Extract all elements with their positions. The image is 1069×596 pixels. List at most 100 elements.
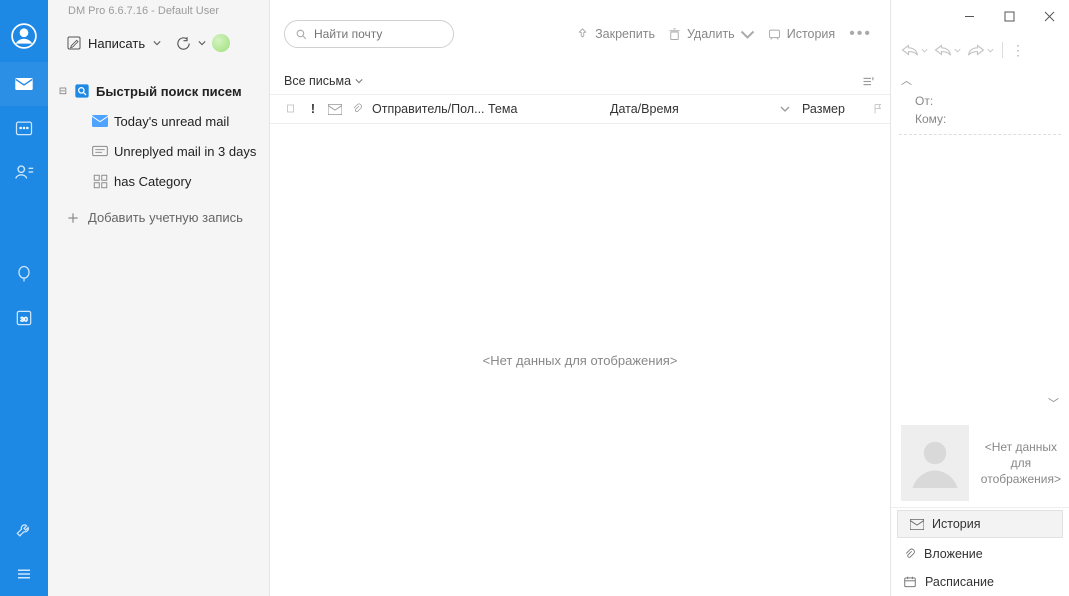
search-input[interactable] xyxy=(314,27,434,41)
avatar-icon xyxy=(905,433,965,493)
nav-contacts[interactable] xyxy=(0,150,48,194)
more-button[interactable]: ••• xyxy=(845,25,876,43)
close-button[interactable] xyxy=(1029,2,1069,30)
col-subject[interactable]: Тема xyxy=(484,95,606,123)
window-controls xyxy=(891,0,1069,32)
compose-button[interactable]: Написать xyxy=(66,35,145,51)
tree-item-label: has Category xyxy=(114,174,191,189)
filter-label: Все письма xyxy=(284,74,351,88)
notes-icon: 30 xyxy=(14,308,34,328)
sidebar: DM Pro 6.6.7.16 - Default User Написать … xyxy=(48,0,270,596)
status-orb[interactable] xyxy=(212,34,230,52)
col-sender[interactable]: Отправитель/Пол... xyxy=(368,95,484,123)
add-account-button[interactable]: Добавить учетную запись xyxy=(48,196,269,225)
search-icon xyxy=(74,83,90,99)
add-account-label: Добавить учетную запись xyxy=(88,210,243,225)
profile-icon xyxy=(11,23,37,49)
contacts-icon xyxy=(13,161,35,183)
collapse-header[interactable]: ︿ xyxy=(891,68,1069,92)
contact-empty: <Нет данных для отображения> xyxy=(981,439,1061,488)
pin-icon xyxy=(575,27,590,42)
expand-contact[interactable]: ﹀ xyxy=(891,391,1069,415)
col-read[interactable] xyxy=(324,95,346,123)
svg-text:30: 30 xyxy=(20,316,28,323)
delete-label: Удалить xyxy=(687,27,735,41)
nav-mail[interactable] xyxy=(0,62,48,106)
maximize-button[interactable] xyxy=(989,2,1029,30)
sort-desc-icon xyxy=(780,104,790,114)
search-box[interactable] xyxy=(284,20,454,48)
compose-label: Написать xyxy=(88,36,145,51)
trash-icon xyxy=(667,27,682,42)
mail-icon xyxy=(13,73,35,95)
unreply-icon xyxy=(92,143,108,159)
folder-tree: ⊟ Быстрый поиск писем Today's unread mai… xyxy=(48,64,269,196)
chevron-down-icon xyxy=(355,77,363,85)
reply-all-button[interactable] xyxy=(932,41,963,59)
tab-schedule[interactable]: Расписание xyxy=(891,568,1069,596)
nav-chat[interactable] xyxy=(0,252,48,296)
col-flag2[interactable] xyxy=(866,95,890,123)
delete-button[interactable]: Удалить xyxy=(665,23,757,46)
reply-button[interactable] xyxy=(899,41,930,59)
tab-attachments[interactable]: Вложение xyxy=(891,540,1069,568)
empty-message: <Нет данных для отображения> xyxy=(270,124,890,596)
category-icon xyxy=(92,173,108,189)
avatar xyxy=(901,425,969,501)
plus-icon xyxy=(66,211,80,225)
list-settings-icon[interactable] xyxy=(861,74,876,89)
col-priority[interactable]: ! xyxy=(302,95,324,123)
tab-history[interactable]: История xyxy=(897,510,1063,538)
toolbar: Закрепить Удалить История ••• xyxy=(270,0,890,68)
attachment-icon xyxy=(903,547,916,562)
col-attach[interactable] xyxy=(346,95,368,123)
refresh-button[interactable] xyxy=(175,35,192,52)
contact-tabs: История Вложение Расписание xyxy=(891,507,1069,596)
app-title: DM Pro 6.6.7.16 - Default User xyxy=(48,0,269,22)
schedule-icon xyxy=(903,575,917,589)
tree-item-label: Unreplyed mail in 3 days xyxy=(114,144,256,159)
refresh-dropdown[interactable] xyxy=(198,39,206,47)
col-flag[interactable] xyxy=(280,95,302,123)
search-icon xyxy=(295,28,308,41)
chevron-down-icon xyxy=(740,27,755,42)
tree-item-unreplied[interactable]: Unreplyed mail in 3 days xyxy=(48,136,269,166)
nav-profile[interactable] xyxy=(0,10,48,62)
tree-root-label: Быстрый поиск писем xyxy=(96,84,242,99)
nav-notes[interactable]: 30 xyxy=(0,296,48,340)
col-size[interactable]: Размер xyxy=(798,95,866,123)
mail-blue-icon xyxy=(92,113,108,129)
history-icon xyxy=(767,27,782,42)
history-label: История xyxy=(787,27,835,41)
balloon-icon xyxy=(14,264,34,284)
pin-label: Закрепить xyxy=(595,27,655,41)
reply-nav: ⋮ xyxy=(891,32,1069,68)
preview-pane: ⋮ ︿ От: Кому: ﹀ <Нет данных для отображе… xyxy=(891,0,1069,596)
menu-icon xyxy=(15,565,33,583)
collapse-icon[interactable]: ⊟ xyxy=(58,86,68,97)
calendar-icon xyxy=(14,118,34,138)
forward-button[interactable] xyxy=(965,41,996,59)
tab-attach-label: Вложение xyxy=(924,547,983,561)
more-nav-button[interactable]: ⋮ xyxy=(1009,40,1029,61)
vertical-nav: 30 xyxy=(0,0,48,596)
contact-card: <Нет данных для отображения> xyxy=(891,415,1069,507)
mail-icon xyxy=(910,519,924,530)
compose-dropdown[interactable] xyxy=(153,39,161,47)
tree-item-unread[interactable]: Today's unread mail xyxy=(48,106,269,136)
from-label: От: xyxy=(891,92,1069,110)
to-label: Кому: xyxy=(891,110,1069,128)
col-date[interactable]: Дата/Время xyxy=(606,95,798,123)
history-button[interactable]: История xyxy=(765,23,837,46)
tree-root-quick-search[interactable]: ⊟ Быстрый поиск писем xyxy=(48,76,269,106)
filter-dropdown[interactable]: Все письма xyxy=(284,74,363,88)
minimize-button[interactable] xyxy=(949,2,989,30)
wrench-icon xyxy=(14,520,34,540)
nav-settings[interactable] xyxy=(0,508,48,552)
pin-button[interactable]: Закрепить xyxy=(573,23,657,46)
nav-calendar[interactable] xyxy=(0,106,48,150)
tab-schedule-label: Расписание xyxy=(925,575,994,589)
tree-item-label: Today's unread mail xyxy=(114,114,229,129)
nav-menu[interactable] xyxy=(0,552,48,596)
tree-item-category[interactable]: has Category xyxy=(48,166,269,196)
